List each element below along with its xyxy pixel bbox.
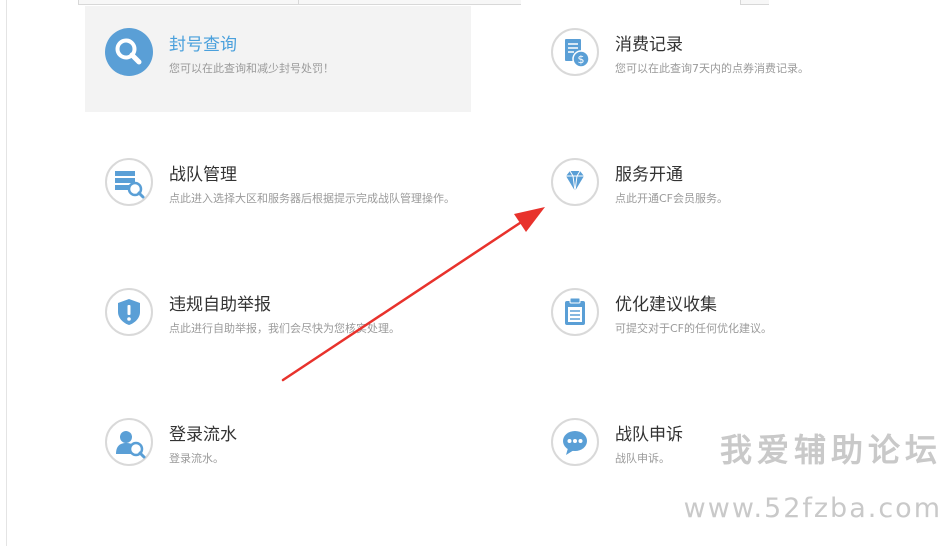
diamond-icon (551, 158, 599, 206)
chat-bubble-icon (551, 418, 599, 466)
card-title: 违规自助举报 (169, 295, 271, 315)
card-desc: 登录流水。 (169, 452, 224, 465)
card-team-management[interactable]: 战队管理 点此进入选择大区和服务器后根据提示完成战队管理操作。 (85, 136, 471, 242)
card-ban-query[interactable]: 封号查询 您可以在此查询和减少封号处罚！ (85, 6, 471, 112)
card-desc: 您可以在此查询7天内的点券消费记录。 (615, 62, 809, 75)
server-search-icon (105, 158, 153, 206)
watermark-url: www.52fzba.com (683, 493, 942, 524)
card-desc: 点此进入选择大区和服务器后根据提示完成战队管理操作。 (169, 192, 455, 205)
bill-dollar-icon: $ (551, 28, 599, 76)
card-desc: 点此开通CF会员服务。 (615, 192, 729, 205)
left-border (6, 0, 7, 546)
card-consumption-record[interactable]: $ 消费记录 您可以在此查询7天内的点券消费记录。 (531, 6, 917, 112)
card-title: 战队管理 (169, 165, 237, 185)
card-title: 登录流水 (169, 425, 237, 445)
user-search-icon (105, 418, 153, 466)
card-desc: 点此进行自助举报，我们会尽快为您核实处理。 (169, 322, 400, 335)
card-title: 服务开通 (615, 165, 683, 185)
card-title: 优化建议收集 (615, 295, 717, 315)
card-service-activation[interactable]: 服务开通 点此开通CF会员服务。 (531, 136, 917, 242)
top-tab-strip (0, 0, 946, 5)
watermark-title: 我爱辅助论坛 (719, 431, 942, 469)
shield-alert-icon (105, 288, 153, 336)
svg-text:$: $ (578, 53, 585, 66)
card-suggestion-collection[interactable]: 优化建议收集 可提交对于CF的任何优化建议。 (531, 266, 917, 372)
card-violation-report[interactable]: 违规自助举报 点此进行自助举报，我们会尽快为您核实处理。 (85, 266, 471, 372)
watermark: 我爱辅助论坛 www.52fzba.com (672, 430, 942, 526)
card-title: 消费记录 (615, 35, 683, 55)
tab-stub[interactable] (78, 0, 299, 5)
search-icon (105, 28, 153, 76)
card-title: 封号查询 (169, 35, 237, 55)
card-desc: 您可以在此查询和减少封号处罚！ (169, 62, 334, 75)
tab-stub[interactable] (740, 0, 769, 5)
tab-stub[interactable] (298, 0, 521, 5)
card-login-history[interactable]: 登录流水 登录流水。 (85, 396, 471, 502)
clipboard-icon (551, 288, 599, 336)
card-desc: 可提交对于CF的任何优化建议。 (615, 322, 773, 335)
